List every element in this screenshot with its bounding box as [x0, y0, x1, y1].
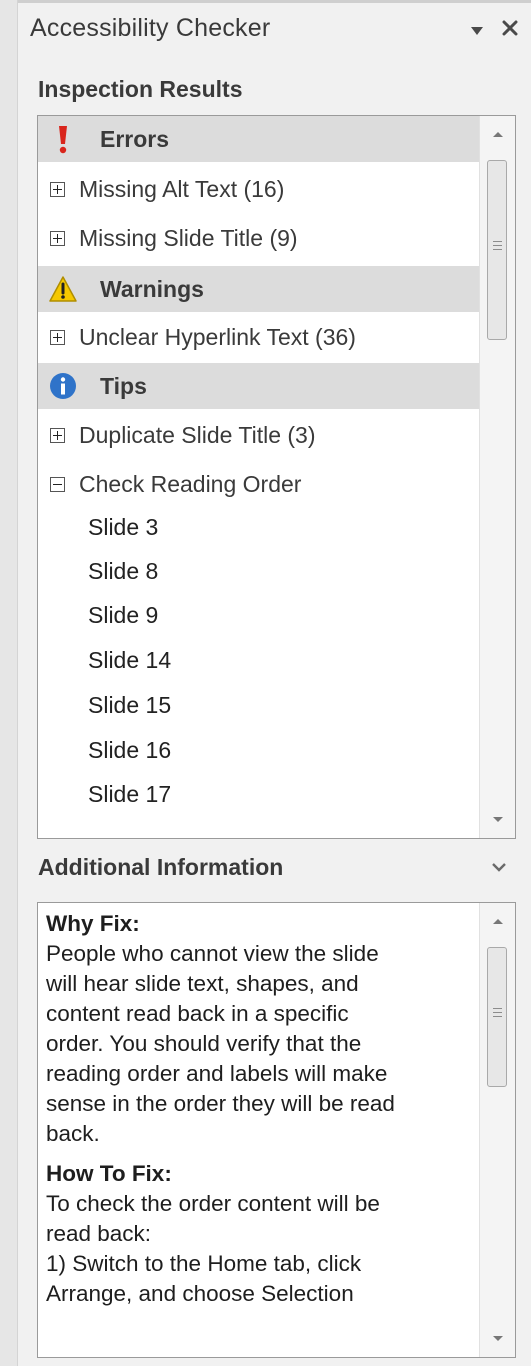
list-item-label: Unclear Hyperlink Text (36)	[79, 323, 356, 350]
inspection-results-list[interactable]: Errors Missing Alt Text (16) Missing Sli…	[37, 115, 516, 839]
expand-icon[interactable]	[50, 181, 65, 197]
expand-icon[interactable]	[50, 329, 65, 345]
dropdown-arrow-icon[interactable]	[466, 20, 488, 42]
slide-item[interactable]: Slide 8	[38, 548, 479, 594]
list-item-label: Missing Alt Text (16)	[79, 175, 285, 202]
list-item-label: Duplicate Slide Title (3)	[79, 421, 316, 448]
scrollbar-thumb[interactable]	[487, 160, 507, 340]
category-label: Tips	[100, 372, 147, 399]
info-scrollbar[interactable]	[479, 903, 515, 1357]
additional-information-text: Why Fix: People who cannot view the slid…	[46, 909, 476, 1309]
inspection-results-label: Inspection Results	[38, 76, 243, 102]
how-to-fix-text: To check the order content will be read …	[46, 1191, 380, 1306]
category-errors: Errors	[38, 116, 479, 162]
pane-top-border	[18, 0, 531, 3]
why-fix-text: People who cannot view the slide will he…	[46, 941, 395, 1146]
why-fix-heading: Why Fix:	[46, 911, 140, 936]
list-item-unclear-hyperlink-text[interactable]: Unclear Hyperlink Text (36)	[38, 314, 479, 360]
results-scrollbar[interactable]	[479, 116, 515, 838]
expand-icon[interactable]	[50, 230, 65, 246]
list-item-missing-alt-text[interactable]: Missing Alt Text (16)	[38, 166, 479, 212]
category-label: Errors	[100, 125, 170, 152]
info-icon	[48, 371, 78, 401]
list-item-label: Missing Slide Title (9)	[79, 224, 298, 251]
scrollbar-thumb[interactable]	[487, 947, 507, 1087]
how-to-fix-heading: How To Fix:	[46, 1161, 172, 1186]
category-label: Warnings	[100, 275, 204, 302]
category-warnings: Warnings	[38, 266, 479, 312]
category-tips: Tips	[38, 363, 479, 409]
collapse-icon[interactable]	[50, 476, 65, 492]
chevron-down-icon[interactable]	[489, 858, 509, 876]
slide-item-partial: · · · · · · · ·	[88, 825, 195, 839]
slide-item[interactable]: Slide 16	[38, 727, 479, 773]
close-icon[interactable]	[498, 16, 522, 40]
slide-item[interactable]: Slide 9	[38, 592, 479, 638]
scroll-down-icon[interactable]	[480, 802, 515, 838]
list-item-label: Check Reading Order	[79, 470, 302, 497]
warning-triangle-icon	[48, 274, 78, 304]
slide-item[interactable]: Slide 15	[38, 682, 479, 728]
slide-item[interactable]: Slide 14	[38, 637, 479, 683]
scroll-down-icon[interactable]	[480, 1321, 515, 1357]
pane-title: Accessibility Checker	[30, 14, 271, 42]
additional-information-label: Additional Information	[38, 854, 284, 880]
accessibility-checker-pane: Accessibility Checker Inspection Results…	[17, 0, 531, 1366]
expand-icon[interactable]	[50, 427, 65, 443]
list-item-missing-slide-title[interactable]: Missing Slide Title (9)	[38, 215, 479, 261]
scroll-up-icon[interactable]	[480, 903, 515, 939]
list-item-duplicate-slide-title[interactable]: Duplicate Slide Title (3)	[38, 412, 479, 458]
slide-item[interactable]: Slide 17	[38, 771, 479, 817]
scroll-up-icon[interactable]	[480, 116, 515, 152]
additional-information-panel[interactable]: Why Fix: People who cannot view the slid…	[37, 902, 516, 1358]
slide-item[interactable]: Slide 3	[38, 504, 479, 550]
list-item-check-reading-order[interactable]: Check Reading Order	[38, 461, 479, 507]
error-exclamation-icon	[48, 124, 78, 154]
